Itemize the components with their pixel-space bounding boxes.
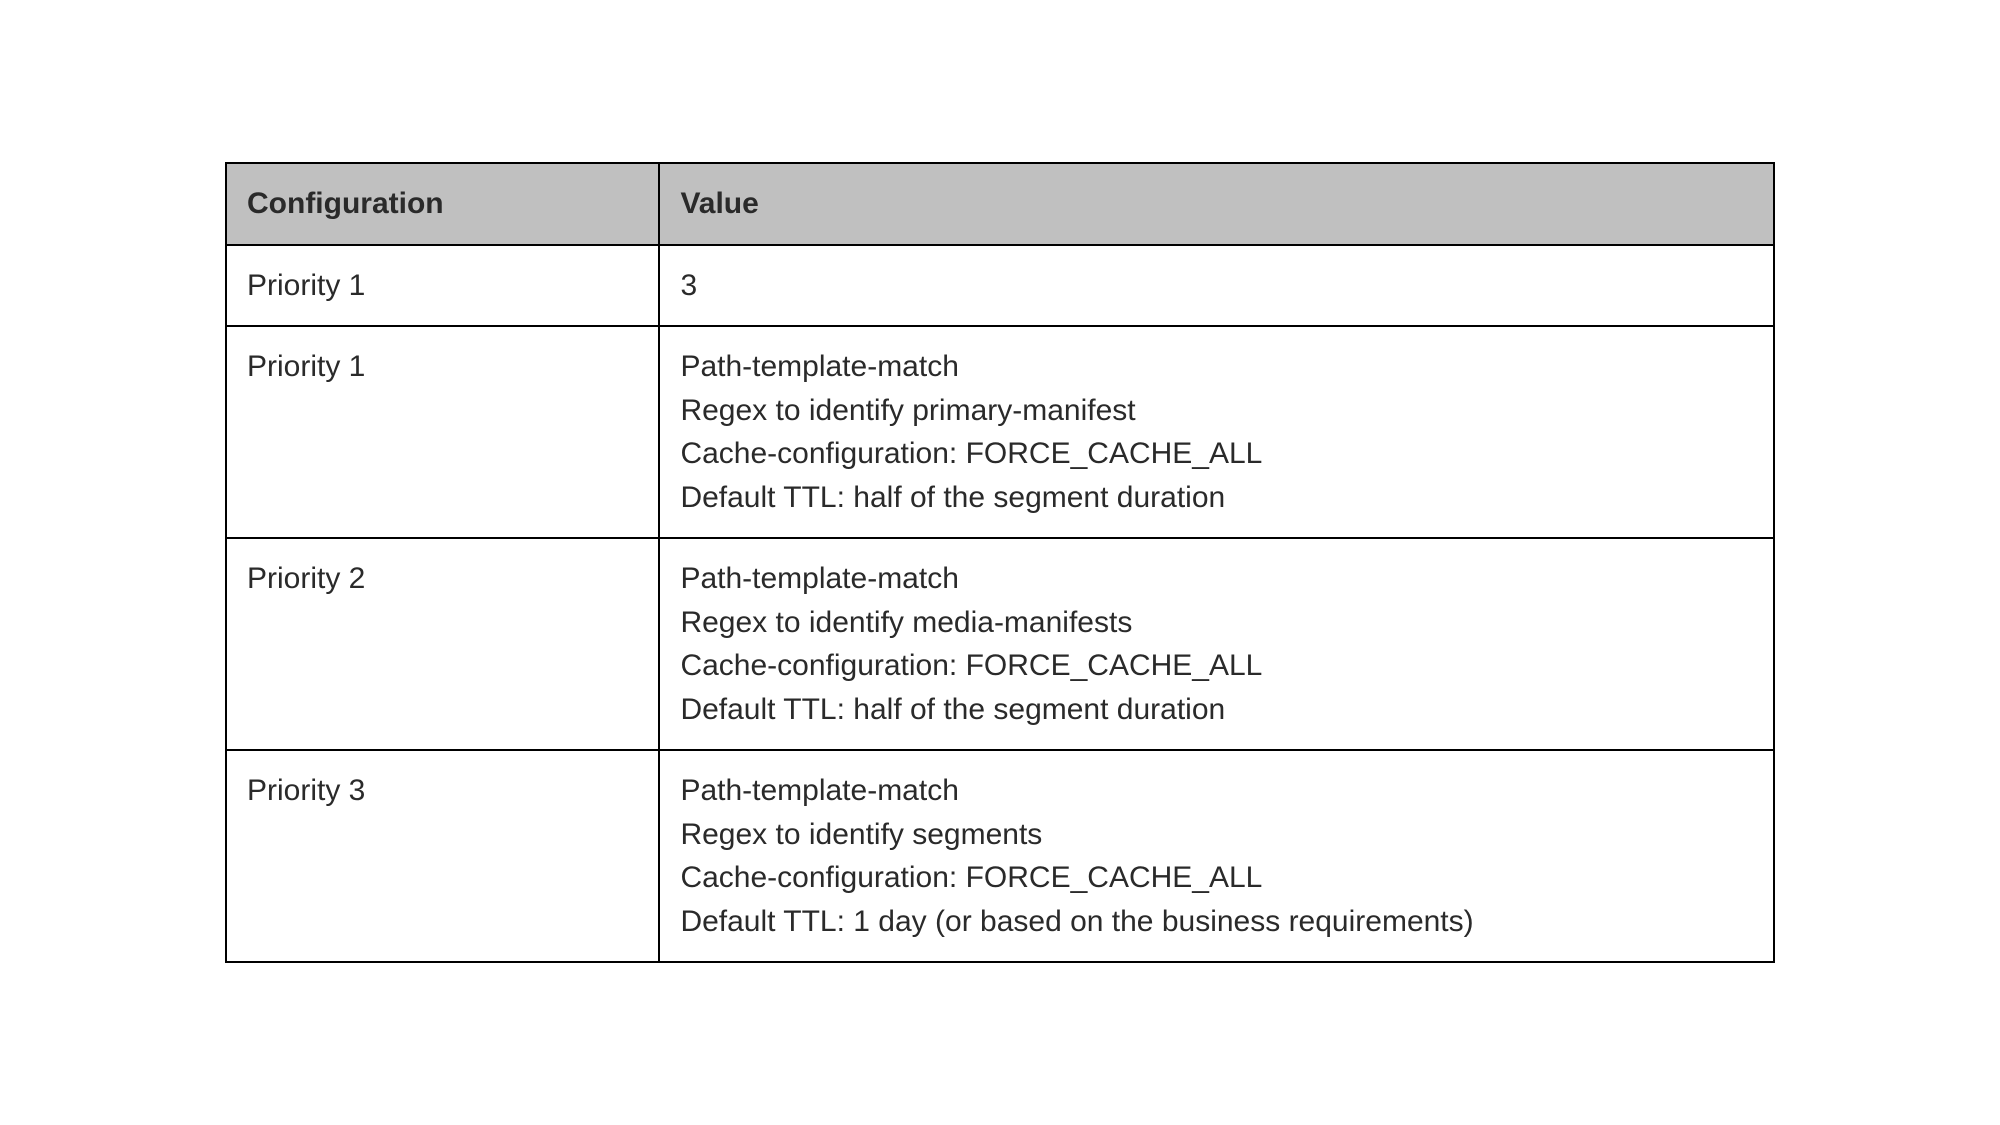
value-line: Default TTL: half of the segment duratio… [680,476,1753,520]
table-header-row: Configuration Value [226,163,1774,245]
value-line: Cache-configuration: FORCE_CACHE_ALL [680,644,1753,688]
value-line: Regex to identify segments [680,813,1753,857]
cell-config: Priority 3 [226,750,659,962]
table-row: Priority 3 Path-template-match Regex to … [226,750,1774,962]
value-line: 3 [680,264,1753,308]
config-table-container: Configuration Value Priority 1 3 Priorit… [225,162,1775,963]
cell-value: Path-template-match Regex to identify pr… [659,326,1774,538]
config-table: Configuration Value Priority 1 3 Priorit… [225,162,1775,963]
table-body: Priority 1 3 Priority 1 Path-template-ma… [226,245,1774,963]
value-line: Cache-configuration: FORCE_CACHE_ALL [680,856,1753,900]
value-line: Path-template-match [680,769,1753,813]
value-line: Default TTL: 1 day (or based on the busi… [680,900,1753,944]
cell-value: Path-template-match Regex to identify me… [659,538,1774,750]
value-line: Default TTL: half of the segment duratio… [680,688,1753,732]
value-line: Regex to identify primary-manifest [680,389,1753,433]
value-line: Regex to identify media-manifests [680,601,1753,645]
value-line: Cache-configuration: FORCE_CACHE_ALL [680,432,1753,476]
header-value: Value [659,163,1774,245]
cell-value: 3 [659,245,1774,327]
cell-config: Priority 1 [226,326,659,538]
cell-value: Path-template-match Regex to identify se… [659,750,1774,962]
table-row: Priority 2 Path-template-match Regex to … [226,538,1774,750]
header-configuration: Configuration [226,163,659,245]
table-row: Priority 1 3 [226,245,1774,327]
value-line: Path-template-match [680,345,1753,389]
table-row: Priority 1 Path-template-match Regex to … [226,326,1774,538]
cell-config: Priority 2 [226,538,659,750]
cell-config: Priority 1 [226,245,659,327]
value-line: Path-template-match [680,557,1753,601]
